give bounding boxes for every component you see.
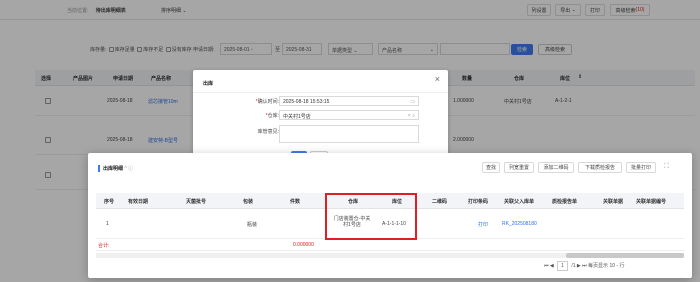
fullscreen-icon[interactable]: ⛶ <box>664 163 669 171</box>
dialog-title: 出库 <box>203 81 214 87</box>
pagination: ⏮ ◀ 1 /1 ▶ ⏭ 每页显示 10 - 行 <box>544 261 625 271</box>
print-barcode-link[interactable]: 打印 <box>478 221 488 228</box>
confirm-time-input[interactable]: 2025-08-18 15:53:15 ▭ <box>279 96 419 106</box>
first-page-icon[interactable]: ⏮ <box>544 263 549 269</box>
chevron-up-icon[interactable]: ^ <box>124 166 126 172</box>
per-page-label: 每页显示 <box>588 263 609 269</box>
dialog-divider <box>193 92 448 93</box>
parent-inbound-link[interactable]: RK_202508180 <box>502 221 537 227</box>
panel-title: 出库明细 ^ ⓘ <box>98 165 134 173</box>
prev-page-icon[interactable]: ◀ <box>550 263 554 269</box>
last-page-icon[interactable]: ⏭ <box>582 263 587 269</box>
opinion-label: 库管意见: <box>257 129 279 135</box>
per-page-unit: 行 <box>619 263 625 269</box>
horizontal-scrollbar[interactable] <box>96 253 684 258</box>
scroll-thumb[interactable] <box>566 253 684 258</box>
download-report-button[interactable]: 下载质检报告 <box>578 162 622 173</box>
close-icon[interactable]: × <box>435 75 440 84</box>
highlight-box <box>325 193 417 240</box>
warehouse-select[interactable]: 中关村1号店 × ⌕ <box>279 110 419 120</box>
next-page-icon[interactable]: ▶ <box>577 263 581 269</box>
summary-row: 合计: 0.000000 <box>96 239 684 251</box>
reset-width-button[interactable]: 列宽重置 <box>504 162 534 173</box>
calendar-icon: ▭ <box>410 99 415 105</box>
outbound-detail-panel: 出库明细 ^ ⓘ 查找 列宽重置 添加二维码 下载质检报告 批量打印 ⛶ 序号 … <box>88 153 692 278</box>
page-input[interactable]: 1 <box>557 261 568 271</box>
add-qrcode-button[interactable]: 添加二维码 <box>538 162 574 173</box>
batch-print-button[interactable]: 批量打印 <box>626 162 656 173</box>
outbound-dialog: 出库 × *确认时间: 2025-08-18 15:53:15 ▭ *仓库: 中关… <box>193 70 448 166</box>
confirm-time-label: *确认时间: <box>255 99 279 105</box>
opinion-textarea[interactable] <box>279 125 419 143</box>
per-page-select[interactable]: 10 <box>609 263 615 269</box>
find-button[interactable]: 查找 <box>482 162 500 173</box>
page-total: /1 <box>571 263 576 269</box>
clear-search-icon[interactable]: × ⌕ <box>408 113 415 119</box>
warehouse-label: *仓库: <box>265 113 279 119</box>
info-icon: ⓘ <box>128 166 134 172</box>
